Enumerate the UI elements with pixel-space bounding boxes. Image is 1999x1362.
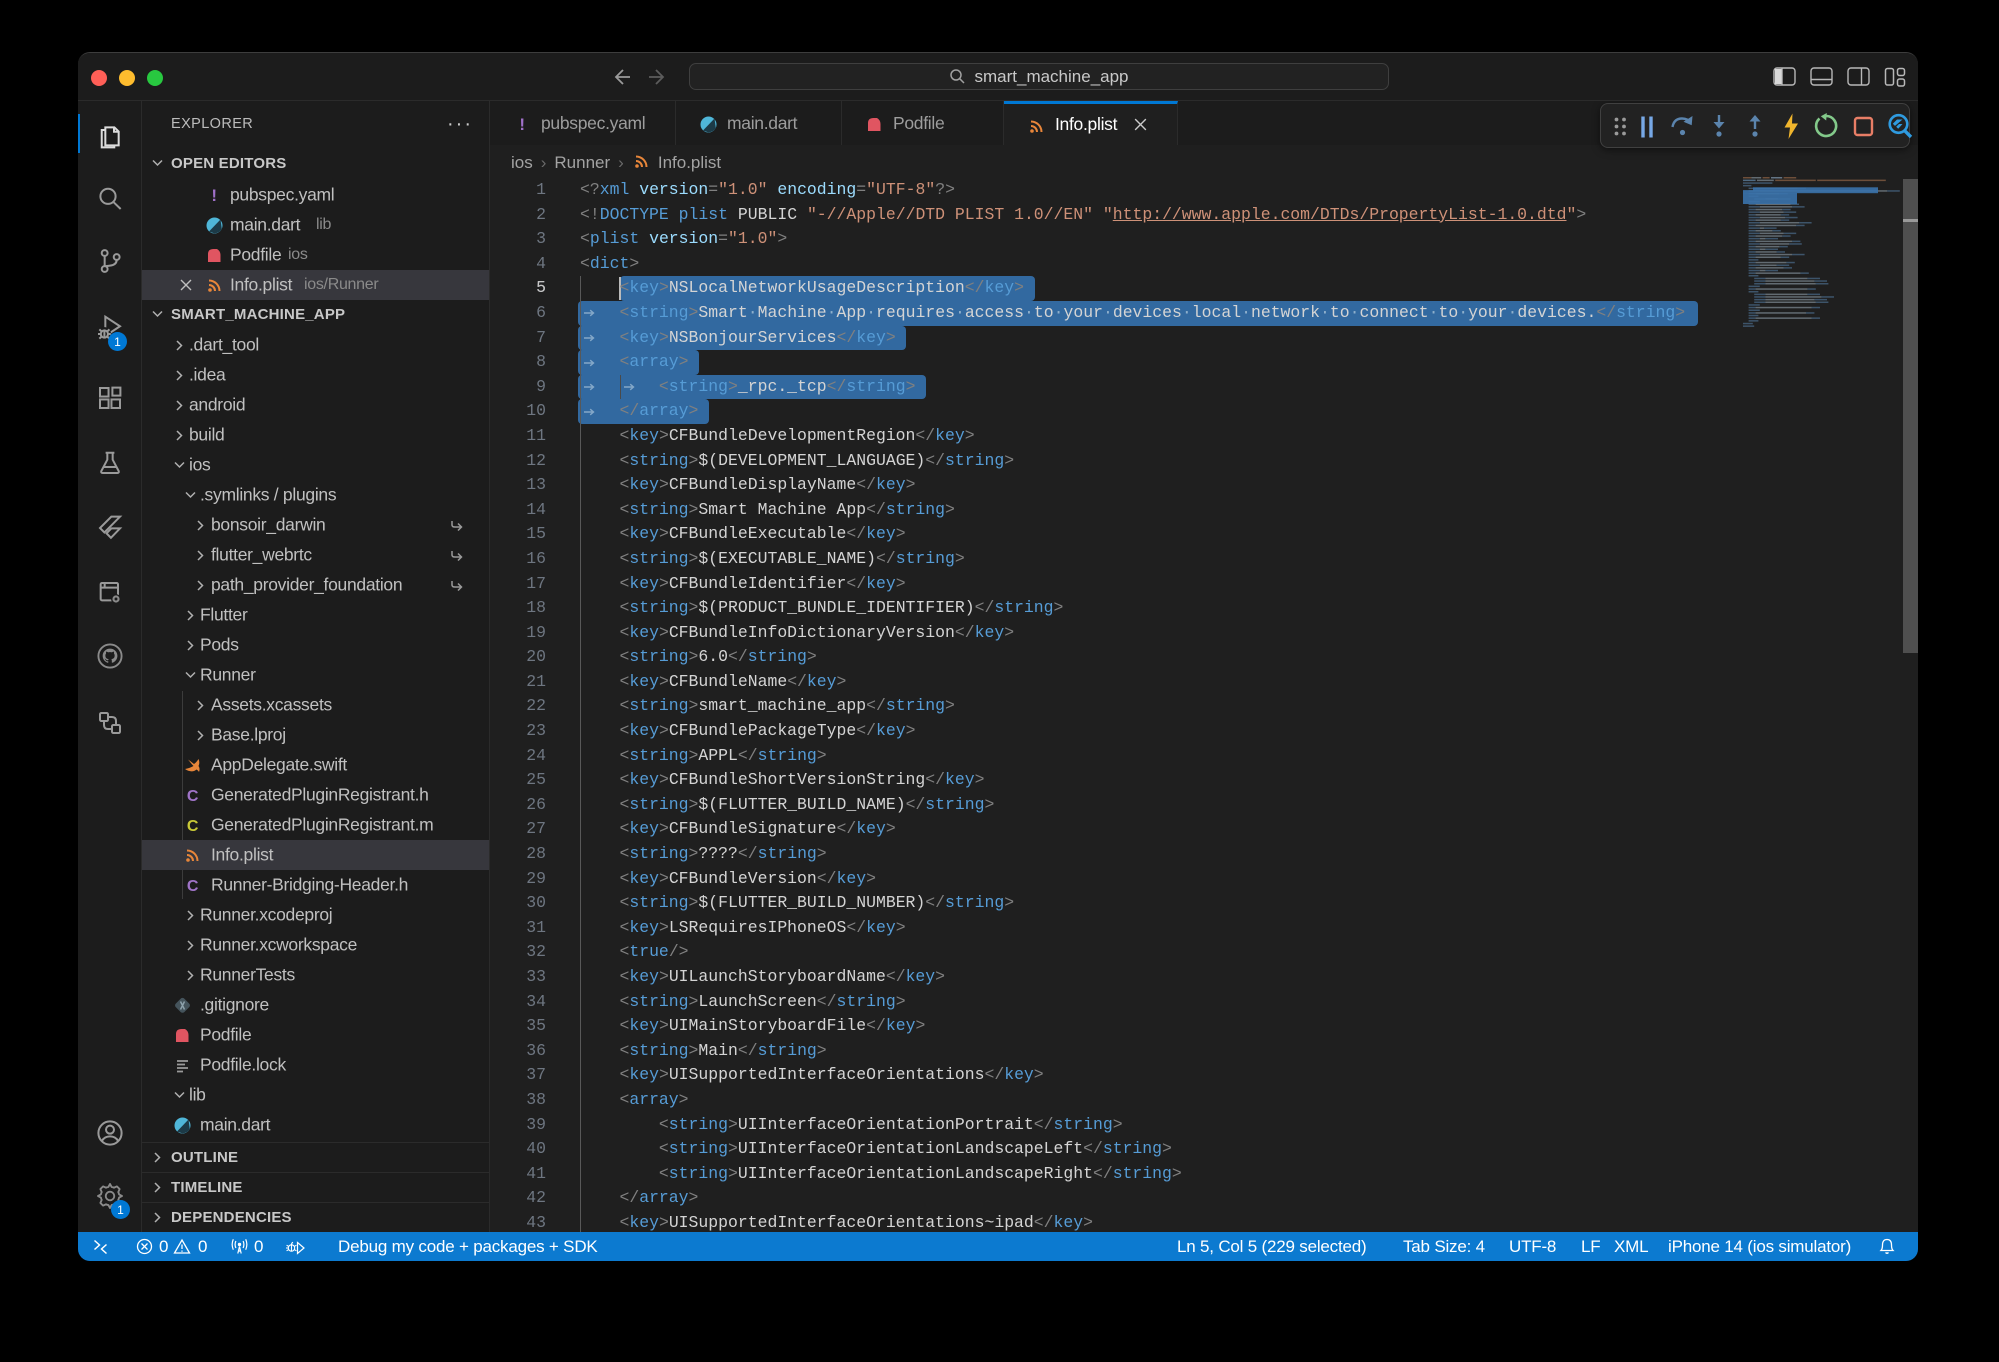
- svg-text:!: !: [519, 115, 524, 134]
- svg-text:C: C: [187, 818, 199, 835]
- svg-text:!: !: [211, 186, 216, 205]
- svg-text:C: C: [187, 878, 199, 895]
- svg-text:C: C: [187, 788, 199, 805]
